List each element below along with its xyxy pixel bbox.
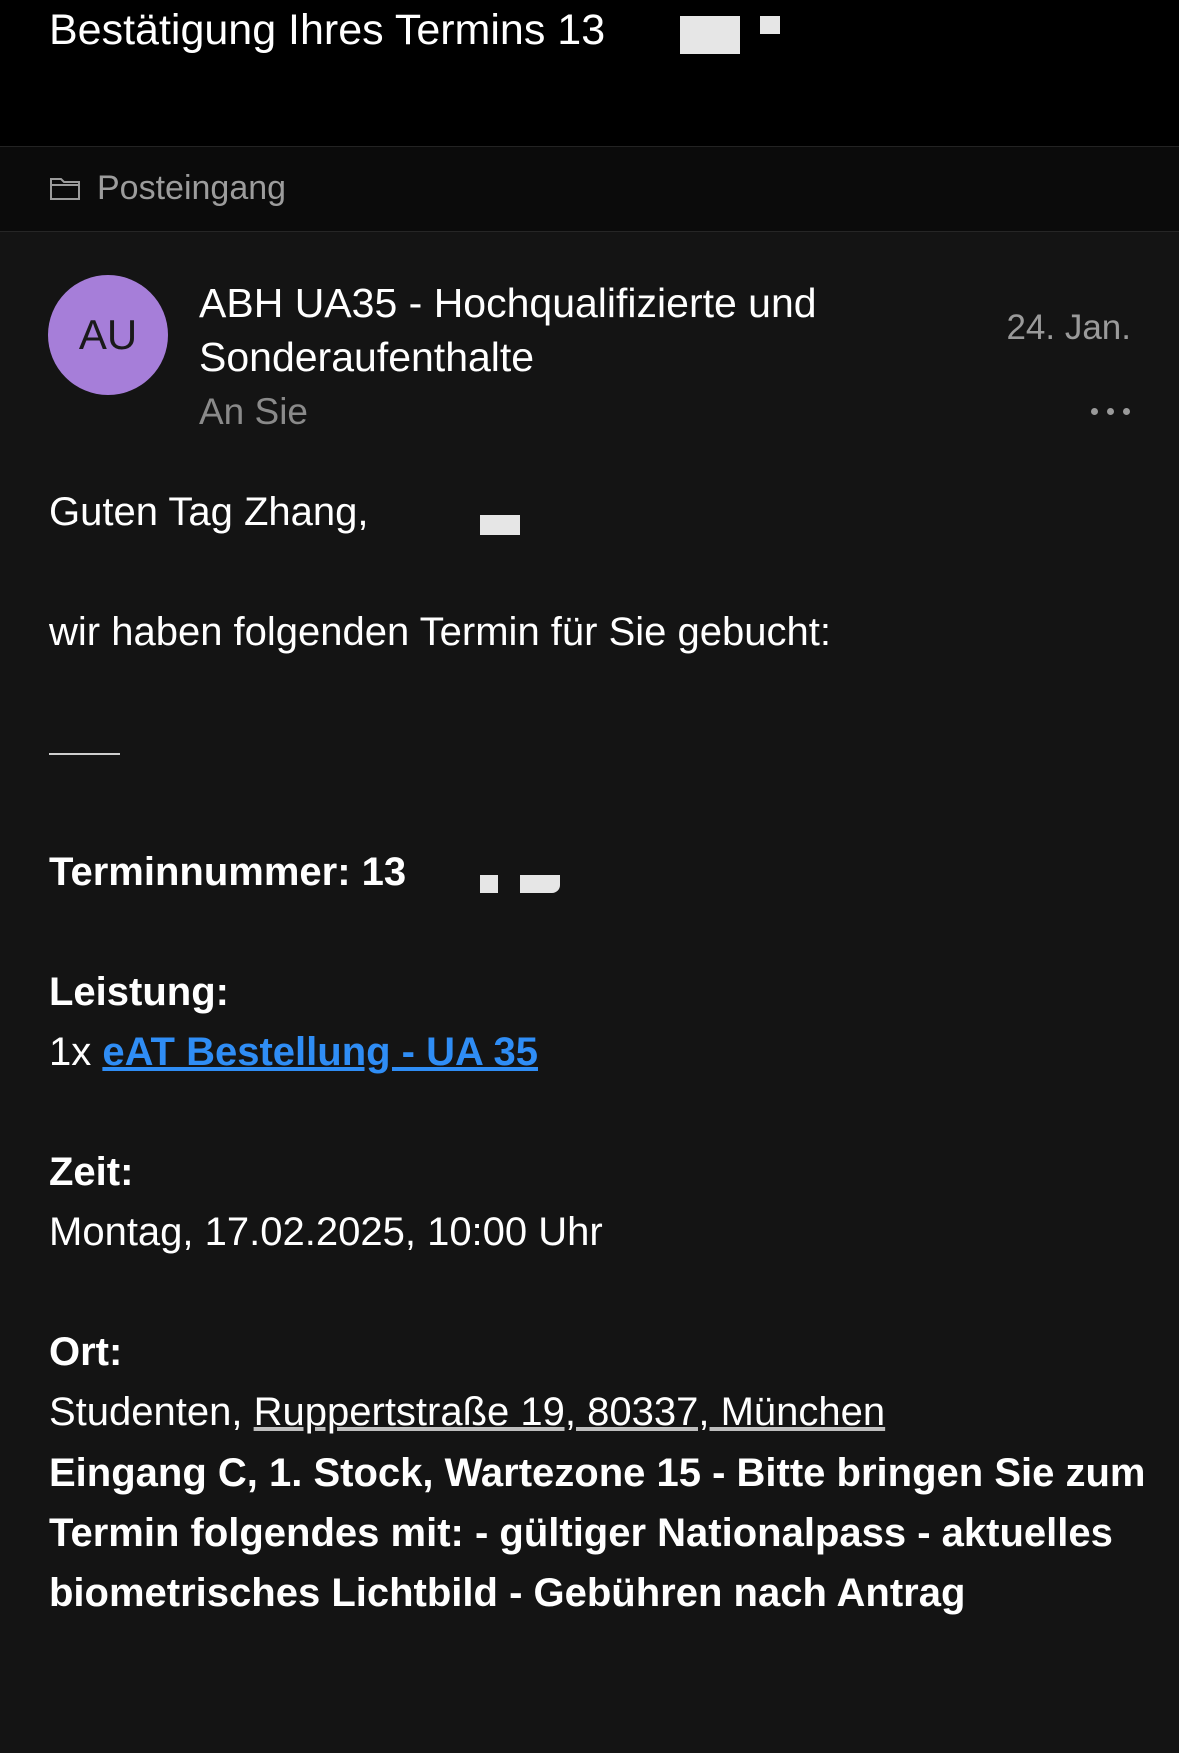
sender-name[interactable]: ABH UA35 - Hochqualifizierte und Sondera… (199, 276, 939, 384)
appointment-number-label: Terminnummer: (49, 850, 351, 894)
avatar-initials: AU (78, 311, 138, 358)
redaction-block (520, 875, 560, 893)
redaction-block (680, 16, 725, 54)
appointment-number-value: 13 (361, 850, 407, 894)
more-options-button[interactable] (1091, 405, 1131, 417)
service-link[interactable]: eAT Bestellung - UA 35 (102, 1030, 538, 1074)
greeting: Guten Tag Zhang, (49, 490, 369, 534)
intro-text: wir haben folgenden Termin für Sie gebuc… (49, 610, 831, 654)
folder-icon (50, 178, 80, 200)
time-label: Zeit: (49, 1150, 134, 1194)
folder-label: Posteingang (97, 169, 287, 207)
divider (49, 753, 120, 755)
place-label: Ort: (49, 1330, 123, 1374)
appointment-note: Eingang C, 1. Stock, Wartezone 15 - Bitt… (49, 1451, 1146, 1615)
recipient-line[interactable]: An Sie (199, 391, 308, 433)
place-prefix: Studenten, (49, 1390, 243, 1434)
email-subject: Bestätigung Ihres Termins 13 (49, 6, 606, 54)
more-horizontal-icon (1107, 408, 1114, 415)
more-horizontal-icon (1091, 408, 1098, 415)
sender-avatar[interactable]: AU (48, 275, 168, 395)
email-header-bar: Bestätigung Ihres Termins 13 (0, 0, 1179, 146)
folder-breadcrumb[interactable]: Posteingang (0, 146, 1179, 232)
redaction-block (480, 515, 520, 535)
place-line: Studenten, Ruppertstraße 19, 80337, Münc… (49, 1390, 885, 1435)
message-date: 24. Jan. (1006, 308, 1131, 347)
service-label: Leistung: (49, 970, 229, 1014)
redaction-block (760, 16, 780, 34)
service-line: 1x eAT Bestellung - UA 35 (49, 1030, 538, 1075)
redaction-block (480, 875, 498, 893)
service-quantity: 1x (49, 1030, 92, 1074)
address-link[interactable]: Ruppertstraße 19, 80337, München (254, 1390, 886, 1434)
appointment-number: Terminnummer: 13 (49, 850, 406, 895)
time-value: Montag, 17.02.2025, 10:00 Uhr (49, 1210, 603, 1254)
more-horizontal-icon (1123, 408, 1130, 415)
